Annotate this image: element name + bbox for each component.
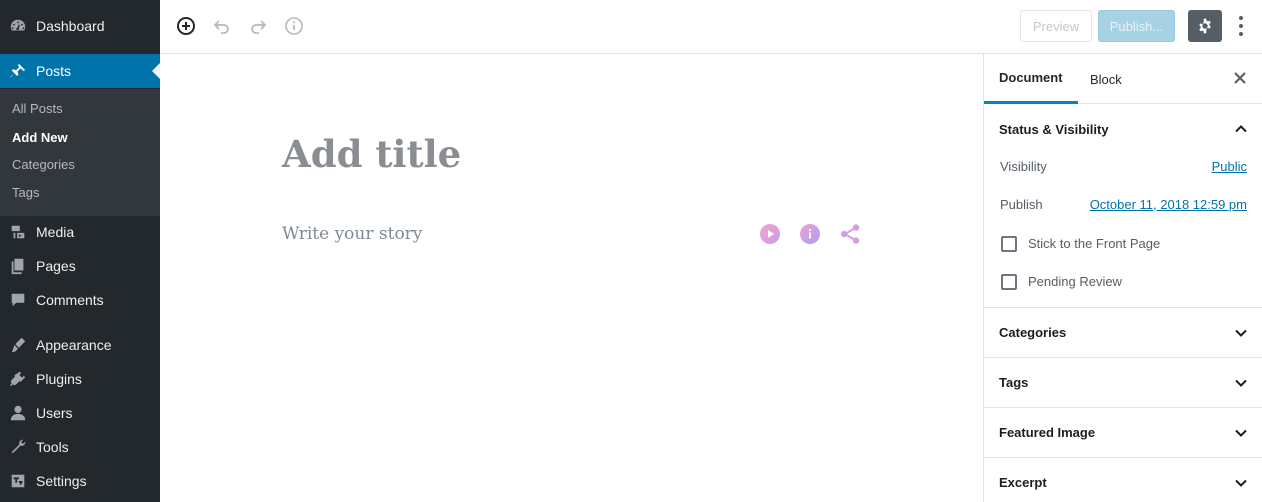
sidebar-item-tools[interactable]: Tools xyxy=(0,430,160,464)
info-icon[interactable] xyxy=(283,15,305,37)
sidebar-item-label: Dashboard xyxy=(36,18,105,34)
gear-icon xyxy=(1199,18,1211,34)
pages-icon xyxy=(0,257,36,275)
close-icon[interactable] xyxy=(1233,71,1247,85)
admin-sidebar: Dashboard Posts All Posts Add New Catego… xyxy=(0,0,160,502)
sidebar-item-label: Posts xyxy=(36,63,72,79)
submenu-item-categories[interactable]: Categories xyxy=(12,157,75,172)
sidebar-item-label: Pages xyxy=(36,258,76,274)
comments-icon xyxy=(0,291,36,309)
more-vertical-icon[interactable] xyxy=(1232,14,1250,38)
sidebar-item-pages[interactable]: Pages xyxy=(0,249,160,283)
sidebar-item-label: Settings xyxy=(36,473,87,489)
share-icon[interactable] xyxy=(839,223,861,245)
preview-button[interactable]: Preview xyxy=(1020,10,1092,42)
plugins-icon xyxy=(0,370,36,388)
pending-review-label: Pending Review xyxy=(1028,274,1122,289)
chevron-down-icon xyxy=(1235,379,1247,387)
post-title-input[interactable]: Add title xyxy=(282,132,461,176)
chevron-down-icon xyxy=(1235,479,1247,487)
submenu-item-tags[interactable]: Tags xyxy=(12,185,39,200)
editor-canvas: Add title Write your story xyxy=(160,54,983,502)
post-body-input[interactable]: Write your story xyxy=(282,224,422,244)
sidebar-item-appearance[interactable]: Appearance xyxy=(0,328,160,362)
sidebar-item-users[interactable]: Users xyxy=(0,396,160,430)
section-tags[interactable]: Tags xyxy=(984,357,1262,407)
section-title: Excerpt xyxy=(999,475,1047,490)
add-block-icon[interactable] xyxy=(175,15,197,37)
chevron-up-icon xyxy=(1235,125,1247,133)
publish-label: Publish xyxy=(1000,197,1043,212)
publish-button[interactable]: Publish... xyxy=(1098,10,1175,42)
section-featured-image[interactable]: Featured Image xyxy=(984,407,1262,457)
sidebar-item-label: Appearance xyxy=(36,337,112,353)
pin-icon xyxy=(0,62,36,80)
posts-submenu: All Posts Add New Categories Tags xyxy=(0,89,160,216)
play-icon[interactable] xyxy=(759,223,781,245)
chevron-down-icon xyxy=(1235,329,1247,337)
tools-icon xyxy=(0,438,36,456)
info-circle-icon[interactable] xyxy=(799,223,821,245)
chevron-down-icon xyxy=(1235,429,1247,437)
submenu-item-all-posts[interactable]: All Posts xyxy=(12,101,63,116)
panel-tabs: Document Block xyxy=(984,54,1262,104)
sidebar-item-label: Users xyxy=(36,405,73,421)
visibility-link[interactable]: Public xyxy=(1212,159,1247,174)
dashboard-icon xyxy=(0,17,36,35)
sidebar-item-label: Plugins xyxy=(36,371,82,387)
settings-toggle-button[interactable] xyxy=(1188,10,1222,42)
appearance-icon xyxy=(0,336,36,354)
sidebar-item-label: Comments xyxy=(36,292,104,308)
editor-toolbar: Preview Publish... xyxy=(160,0,1262,54)
sidebar-item-dashboard[interactable]: Dashboard xyxy=(0,9,160,43)
section-title: Featured Image xyxy=(999,425,1096,440)
users-icon xyxy=(0,404,36,422)
active-indicator xyxy=(152,63,160,79)
sidebar-item-comments[interactable]: Comments xyxy=(0,283,160,317)
section-excerpt[interactable]: Excerpt xyxy=(984,457,1262,502)
tab-block[interactable]: Block xyxy=(1075,54,1137,104)
document-settings-panel: Document Block Status & Visibility Visib… xyxy=(983,54,1262,502)
tab-document[interactable]: Document xyxy=(984,54,1078,104)
media-icon xyxy=(0,223,36,241)
visibility-label: Visibility xyxy=(1000,159,1047,174)
sidebar-item-label: Tools xyxy=(36,439,69,455)
section-categories[interactable]: Categories xyxy=(984,307,1262,357)
publish-date-link[interactable]: October 11, 2018 12:59 pm xyxy=(1090,197,1247,212)
section-title: Categories xyxy=(999,325,1067,340)
undo-icon[interactable] xyxy=(211,15,233,37)
sidebar-item-label: Media xyxy=(36,224,75,240)
sidebar-item-plugins[interactable]: Plugins xyxy=(0,362,160,396)
stick-to-front-label: Stick to the Front Page xyxy=(1028,236,1161,251)
settings-icon xyxy=(0,472,36,490)
editor-screen: Dashboard Posts All Posts Add New Catego… xyxy=(0,0,1262,502)
section-title: Tags xyxy=(999,375,1029,390)
sidebar-item-media[interactable]: Media xyxy=(0,215,160,249)
sidebar-item-posts[interactable]: Posts xyxy=(0,54,160,88)
sidebar-item-settings[interactable]: Settings xyxy=(0,464,160,498)
submenu-item-add-new[interactable]: Add New xyxy=(12,130,68,145)
section-status-visibility[interactable]: Status & Visibility xyxy=(984,104,1262,154)
redo-icon[interactable] xyxy=(247,15,269,37)
section-title: Status & Visibility xyxy=(999,121,1109,137)
stick-to-front-checkbox[interactable] xyxy=(1001,236,1017,252)
pending-review-checkbox[interactable] xyxy=(1001,274,1017,290)
